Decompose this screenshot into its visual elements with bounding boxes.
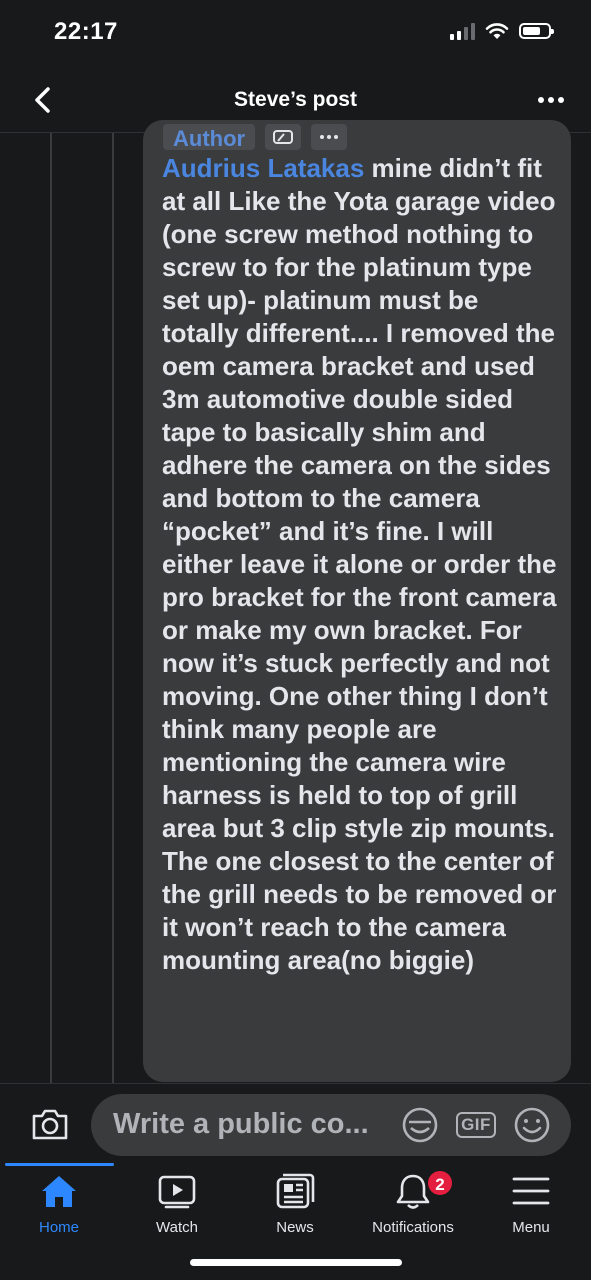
- status-bar: 22:17: [0, 0, 591, 70]
- comment-options-button[interactable]: [311, 124, 348, 150]
- tab-home[interactable]: Home: [0, 1163, 118, 1243]
- menu-icon: [511, 1171, 551, 1211]
- watch-icon: [157, 1171, 197, 1211]
- sticker-icon: [402, 1107, 438, 1143]
- author-badge: Author: [163, 124, 256, 150]
- emoji-icon: [514, 1107, 550, 1143]
- home-icon: [39, 1171, 79, 1211]
- sticker-icon: [273, 130, 294, 144]
- more-options-button[interactable]: [533, 86, 569, 114]
- thread-line-reply: [112, 133, 114, 1083]
- tab-news[interactable]: News: [236, 1163, 354, 1243]
- tab-label: Menu: [512, 1219, 550, 1236]
- tab-menu[interactable]: Menu: [472, 1163, 590, 1243]
- home-indicator[interactable]: [190, 1259, 402, 1266]
- more-dots-icon: [538, 97, 544, 103]
- comment-input-placeholder: Write a public co...: [113, 1108, 369, 1140]
- status-time: 22:17: [54, 18, 118, 45]
- news-icon: [275, 1171, 315, 1211]
- tab-label: Home: [38, 1219, 79, 1236]
- emoji-button[interactable]: [513, 1106, 551, 1144]
- tab-label: News: [276, 1219, 314, 1236]
- gif-button[interactable]: GIF: [456, 1106, 496, 1144]
- comment-body: Audrius Latakas mine didn’t fit at all L…: [162, 152, 562, 977]
- comment-text: mine didn’t fit at all Like the Yota gar…: [162, 153, 557, 975]
- gif-icon: GIF: [456, 1112, 496, 1138]
- tab-label: Watch: [156, 1219, 198, 1236]
- reaction-button[interactable]: [265, 124, 302, 150]
- page-title: Steve’s post: [234, 88, 357, 111]
- thread-line: [50, 133, 52, 1083]
- camera-icon: [32, 1109, 68, 1140]
- sticker-button[interactable]: [401, 1106, 439, 1144]
- comment-author-link[interactable]: Audrius Latakas: [162, 153, 364, 183]
- notification-count-badge: 2: [426, 1169, 454, 1197]
- tab-label: Notifications: [372, 1219, 454, 1236]
- battery-icon: [519, 23, 554, 39]
- status-icons: [450, 22, 554, 40]
- comment-input[interactable]: Write a public co... GIF: [91, 1094, 571, 1156]
- cellular-signal-icon: [450, 22, 475, 40]
- comment-composer: Write a public co... GIF: [0, 1083, 591, 1164]
- tab-notifications[interactable]: 2 Notifications: [354, 1163, 472, 1243]
- more-dots-icon: [320, 135, 325, 139]
- camera-button[interactable]: [30, 1106, 70, 1142]
- wifi-icon: [485, 23, 509, 39]
- comment-meta-row: Author: [163, 124, 348, 150]
- tab-watch[interactable]: Watch: [118, 1163, 236, 1243]
